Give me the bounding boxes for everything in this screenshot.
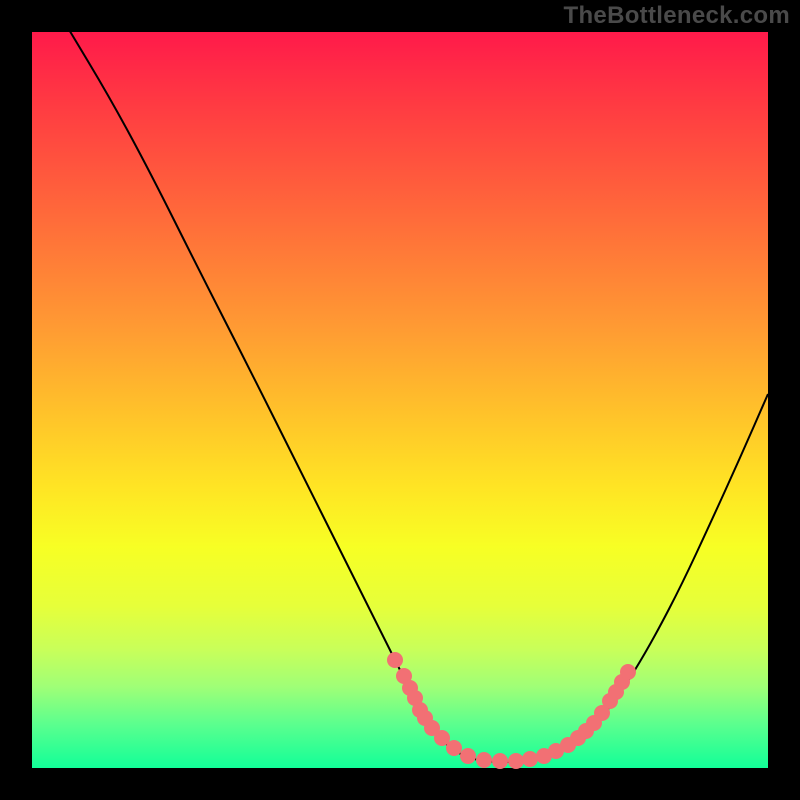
watermark-text: TheBottleneck.com (564, 2, 790, 30)
plot-background (32, 32, 768, 768)
